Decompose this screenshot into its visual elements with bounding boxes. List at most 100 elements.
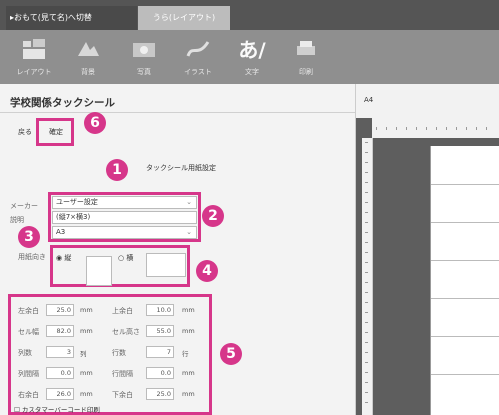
badge-4: 4 xyxy=(196,260,218,282)
param-input[interactable]: 7 xyxy=(146,346,174,358)
ruler-tick xyxy=(365,142,368,143)
orientation-label: 用紙向き xyxy=(18,253,46,261)
param-unit: 列 xyxy=(80,350,87,358)
tab-back-layout[interactable]: うら(レイアウト) xyxy=(138,6,230,30)
ruler-tick xyxy=(365,332,368,333)
param-label: 行数 xyxy=(112,349,126,357)
param-unit: mm xyxy=(80,306,93,314)
horizontal-ruler xyxy=(372,118,499,138)
ruler-tick xyxy=(486,127,487,130)
paper-preview xyxy=(430,146,499,415)
param-input[interactable]: 3 xyxy=(46,346,74,358)
preview-header xyxy=(356,84,499,118)
confirm-button[interactable]: 確定 xyxy=(36,118,74,146)
ruler-tick xyxy=(416,127,417,130)
param-unit: mm xyxy=(182,390,195,398)
param-label: 列間隔 xyxy=(18,370,39,378)
cell-divider xyxy=(431,184,499,185)
paper-size-select[interactable]: A3 ⌄ xyxy=(52,226,197,239)
param-input[interactable]: 25.0 xyxy=(146,388,174,400)
ruler-tick xyxy=(365,272,368,273)
custom-print-checkbox[interactable]: ☐ カスタマーバーコード印刷 xyxy=(14,404,100,414)
desc-field[interactable]: (縦7×横3) xyxy=(52,211,197,224)
param-input[interactable]: 0.0 xyxy=(146,367,174,379)
custom-print-label: カスタマーバーコード印刷 xyxy=(21,406,100,414)
param-label: 行間隔 xyxy=(112,370,133,378)
layout-icon xyxy=(23,39,45,59)
confirm-button-label: 確定 xyxy=(49,128,63,136)
orientation-portrait-label: 縦 xyxy=(64,254,72,262)
toolbar-background-label: 背景 xyxy=(81,68,95,76)
toolbar-print-button[interactable]: 印刷 xyxy=(280,30,332,84)
param-label: 列数 xyxy=(18,349,32,357)
print-icon xyxy=(297,41,315,55)
param-input[interactable]: 0.0 xyxy=(46,367,74,379)
ruler-tick xyxy=(365,242,368,243)
param-unit: mm xyxy=(80,327,93,335)
panel-title: 学校関係タックシール xyxy=(10,97,115,109)
ruler-tick xyxy=(365,252,368,253)
param-unit: mm xyxy=(80,369,93,377)
toolbar-text-label: 文字 xyxy=(245,68,259,76)
ruler-tick xyxy=(466,127,467,130)
param-label: セル幅 xyxy=(18,328,39,336)
ruler-tick xyxy=(365,372,368,373)
ruler-tick xyxy=(365,192,368,193)
param-input[interactable]: 55.0 xyxy=(146,325,174,337)
chevron-down-icon: ⌄ xyxy=(186,198,192,206)
cell-divider xyxy=(431,222,499,223)
param-unit: mm xyxy=(182,369,195,377)
maker-select[interactable]: ユーザー設定 ⌄ xyxy=(52,196,197,209)
toolbar-layout-button[interactable]: レイアウト xyxy=(8,30,60,84)
param-input[interactable]: 10.0 xyxy=(146,304,174,316)
cell-divider xyxy=(431,298,499,299)
ruler-tick xyxy=(446,127,447,130)
ruler-tick xyxy=(436,127,437,130)
section-title: タックシール用紙設定 xyxy=(146,164,216,172)
illustration-icon xyxy=(186,41,210,57)
orientation-landscape-radio[interactable]: ○ 横 xyxy=(118,253,133,263)
landscape-preview xyxy=(146,253,186,277)
param-input[interactable]: 26.0 xyxy=(46,388,74,400)
ruler-tick xyxy=(365,282,368,283)
back-button[interactable]: 戻る xyxy=(18,124,32,140)
toolbar-photo-label: 写真 xyxy=(137,68,151,76)
badge-6: 6 xyxy=(84,112,106,134)
divider xyxy=(0,112,355,113)
orientation-portrait-radio[interactable]: ◉ 縦 xyxy=(56,253,71,263)
paper-size-value: A3 xyxy=(56,228,66,236)
ruler-tick xyxy=(365,302,368,303)
photo-icon xyxy=(133,43,155,57)
param-label: 左余白 xyxy=(18,307,39,315)
toolbar-background-button[interactable]: 背景 xyxy=(62,30,114,84)
ruler-tick xyxy=(365,392,368,393)
text-icon: あ/ xyxy=(238,38,266,62)
toolbar-text-button[interactable]: あ/ 文字 xyxy=(226,30,278,84)
badge-2: 2 xyxy=(202,205,224,227)
vertical-ruler xyxy=(362,138,373,415)
cell-divider xyxy=(431,260,499,261)
param-input[interactable]: 82.0 xyxy=(46,325,74,337)
param-label: セル高さ xyxy=(112,328,140,336)
paper-size-indicator: A4 xyxy=(364,96,374,104)
toolbar-layout-label: レイアウト xyxy=(16,68,52,76)
orientation-landscape-label: 横 xyxy=(126,254,134,262)
ruler-tick xyxy=(365,162,368,163)
toolbar-photo-button[interactable]: 写真 xyxy=(118,30,170,84)
chevron-down-icon: ⌄ xyxy=(186,228,192,236)
cell-divider xyxy=(431,374,499,375)
param-label: 下余白 xyxy=(112,391,133,399)
ruler-tick xyxy=(456,127,457,130)
tab-front-switch[interactable]: ▸おもて(見て名)へ切替 xyxy=(6,6,137,30)
desc-value: (縦7×横3) xyxy=(56,213,91,221)
toolbar-illustration-button[interactable]: イラスト xyxy=(172,30,224,84)
ruler-tick xyxy=(476,127,477,130)
portrait-preview xyxy=(86,256,112,286)
param-input[interactable]: 25.0 xyxy=(46,304,74,316)
ruler-tick xyxy=(426,127,427,130)
ruler-tick xyxy=(406,127,407,130)
param-label: 右余白 xyxy=(18,391,39,399)
ruler-tick xyxy=(365,202,368,203)
ruler-tick xyxy=(365,322,368,323)
badge-1: 1 xyxy=(106,159,128,181)
